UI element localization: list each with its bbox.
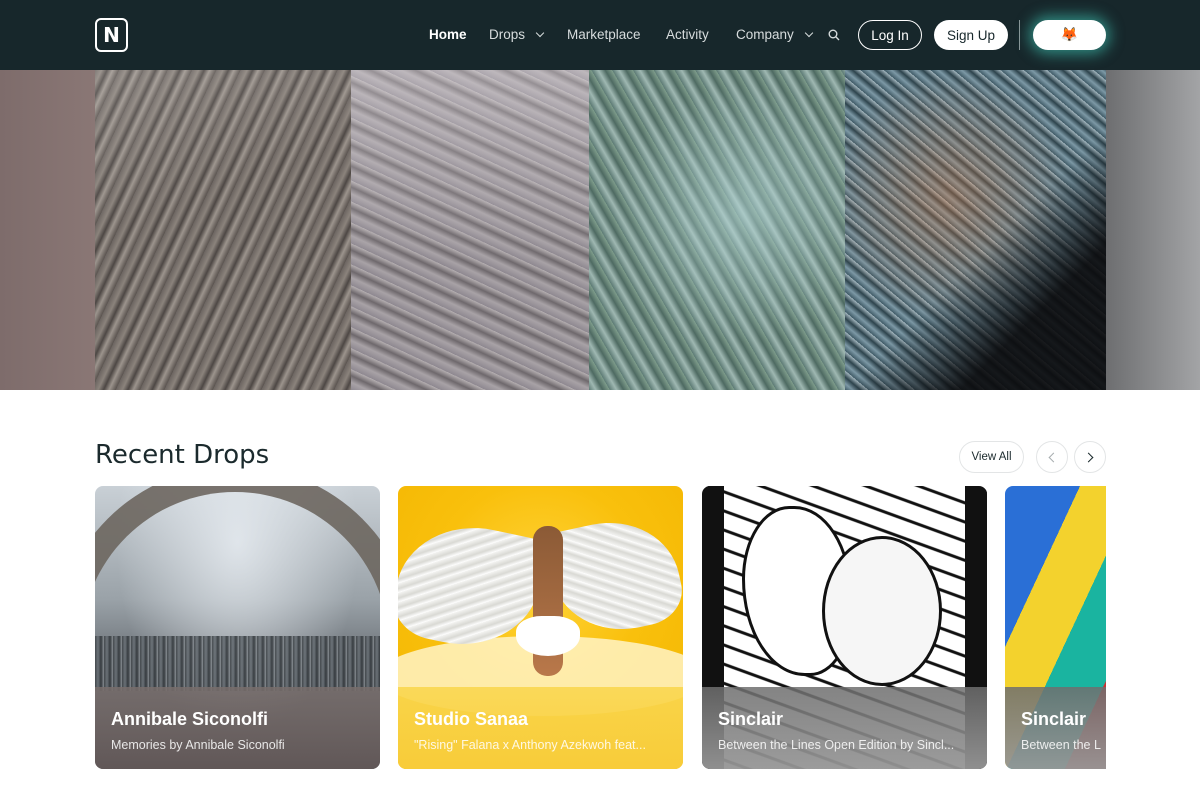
nav-marketplace-label: Marketplace: [567, 27, 641, 42]
hero-image-2: [351, 70, 589, 390]
chevron-right-icon: [1083, 452, 1094, 462]
drop-card[interactable]: Sinclair Between the L: [1005, 486, 1106, 769]
view-all-button[interactable]: View All: [959, 441, 1024, 473]
signup-button[interactable]: Sign Up: [934, 20, 1008, 50]
drop-card-subtitle: Between the Lines Open Edition by Sincl.…: [718, 738, 955, 752]
drop-card-footer: Sinclair Between the Lines Open Edition …: [702, 687, 987, 769]
nav-activity-label: Activity: [666, 27, 709, 42]
section-title: Recent Drops: [95, 440, 270, 470]
drop-card-creator: Studio Sanaa: [414, 709, 529, 729]
drop-card-footer: Studio Sanaa "Rising" Falana x Anthony A…: [398, 687, 683, 769]
login-button[interactable]: Log In: [858, 20, 922, 50]
drop-card[interactable]: Studio Sanaa "Rising" Falana x Anthony A…: [398, 486, 683, 769]
hero-image-1: [95, 70, 351, 390]
drop-card-footer: Annibale Siconolfi Memories by Annibale …: [95, 687, 380, 769]
wallet-connect-button[interactable]: 🦊: [1033, 20, 1106, 50]
chevron-down-icon: [535, 28, 545, 37]
nav-divider: [1019, 20, 1020, 50]
drop-card-footer: Sinclair Between the L: [1005, 687, 1106, 769]
nav-home[interactable]: Home: [429, 27, 467, 42]
drop-card-creator: Sinclair: [1021, 709, 1087, 729]
carousel-next-button[interactable]: [1074, 441, 1106, 473]
hero-side-left: [0, 70, 95, 390]
carousel-prev-button[interactable]: [1036, 441, 1068, 473]
drop-card-creator: Sinclair: [718, 709, 784, 729]
nav-drops-label: Drops: [489, 27, 526, 42]
top-navbar: N Home Drops Marketplace Activity Compan…: [0, 0, 1200, 70]
metamask-fox-icon: 🦊: [1060, 27, 1079, 43]
drop-card-subtitle: "Rising" Falana x Anthony Azekwoh feat..…: [414, 738, 646, 752]
hero-image-4: [845, 70, 1106, 390]
search-icon[interactable]: [828, 29, 840, 41]
chevron-down-icon: [804, 28, 814, 37]
nav-home-label: Home: [429, 27, 467, 42]
drop-card-subtitle: Memories by Annibale Siconolfi: [111, 738, 285, 752]
nav-marketplace[interactable]: Marketplace: [567, 27, 641, 42]
hero-banner: [0, 70, 1200, 390]
nav-activity[interactable]: Activity: [666, 27, 709, 42]
chevron-left-icon: [1048, 452, 1059, 462]
nav-company-label: Company: [736, 27, 794, 42]
drop-card[interactable]: Annibale Siconolfi Memories by Annibale …: [95, 486, 380, 769]
nav-drops[interactable]: Drops: [489, 27, 545, 42]
drops-carousel: Annibale Siconolfi Memories by Annibale …: [95, 486, 1106, 770]
nav-company[interactable]: Company: [736, 27, 814, 42]
drop-card[interactable]: Sinclair Between the Lines Open Edition …: [702, 486, 987, 769]
hero-image-3: [589, 70, 845, 390]
drop-card-creator: Annibale Siconolfi: [111, 709, 269, 729]
logo[interactable]: N: [95, 18, 128, 52]
drop-card-subtitle: Between the L: [1021, 738, 1101, 752]
hero-side-right: [1106, 70, 1200, 390]
